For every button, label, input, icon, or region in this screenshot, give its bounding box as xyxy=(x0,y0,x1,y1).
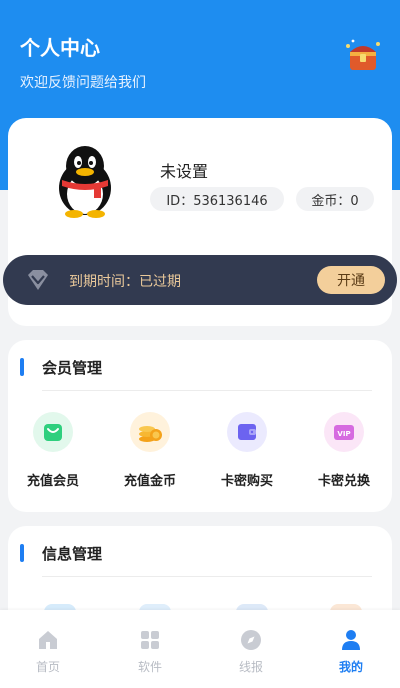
grid-item-label: 充值会员 xyxy=(26,474,79,489)
card-key-purchase-button[interactable]: 卡密购买 xyxy=(202,412,292,492)
section-accent-bar xyxy=(20,358,24,376)
member-management-card: 会员管理 充值会员 充值金币 卡密购买 VIP 卡密兑换 xyxy=(8,340,392,512)
grid-item-label: 卡密兑换 xyxy=(317,474,370,489)
svg-text:VIP: VIP xyxy=(337,430,350,438)
page-title: 个人中心 xyxy=(20,36,100,60)
qq-penguin-avatar[interactable] xyxy=(50,144,120,218)
coin-stack-icon xyxy=(130,412,170,452)
nav-item-news[interactable]: 线报 xyxy=(211,628,291,682)
nav-label: 软件 xyxy=(137,660,162,674)
nav-label: 线报 xyxy=(238,660,263,674)
bottom-nav: 首页 软件 线报 我的 xyxy=(0,610,400,688)
nav-label: 我的 xyxy=(338,660,363,674)
grid-item-label: 卡密购买 xyxy=(220,474,273,489)
section-title: 信息管理 xyxy=(42,545,103,563)
section-divider xyxy=(42,576,372,577)
vip-status-bar: 到期时间：已过期 开通 xyxy=(3,255,397,305)
page-subtitle: 欢迎反馈问题给我们 xyxy=(20,75,146,91)
username: 未设置 xyxy=(160,162,209,181)
diamond-icon xyxy=(25,268,51,292)
shopping-bag-icon xyxy=(33,412,73,452)
section-accent-bar xyxy=(20,544,24,562)
open-vip-button[interactable]: 开通 xyxy=(317,266,385,294)
vip-expire-text: 到期时间：已过期 xyxy=(69,274,181,290)
user-id-badge: ID：536136146 xyxy=(150,187,284,211)
vip-card-icon: VIP xyxy=(324,412,364,452)
recharge-coin-button[interactable]: 充值金币 xyxy=(105,412,195,492)
treasure-chest-icon[interactable] xyxy=(344,38,382,74)
apps-grid-icon xyxy=(141,631,159,649)
grid-item-label: 充值金币 xyxy=(123,474,176,489)
section-title: 会员管理 xyxy=(42,359,103,377)
coin-balance-badge: 金币：0 xyxy=(296,187,374,211)
wallet-icon xyxy=(227,412,267,452)
home-icon xyxy=(39,631,57,649)
user-icon xyxy=(342,630,360,650)
nav-item-software[interactable]: 软件 xyxy=(110,628,190,682)
nav-item-mine[interactable]: 我的 xyxy=(311,628,391,682)
compass-icon xyxy=(241,630,261,650)
nav-item-home[interactable]: 首页 xyxy=(8,628,88,682)
nav-label: 首页 xyxy=(35,660,60,674)
card-key-redeem-button[interactable]: VIP 卡密兑换 xyxy=(299,412,389,492)
recharge-vip-button[interactable]: 充值会员 xyxy=(8,412,98,492)
section-divider xyxy=(42,390,372,391)
